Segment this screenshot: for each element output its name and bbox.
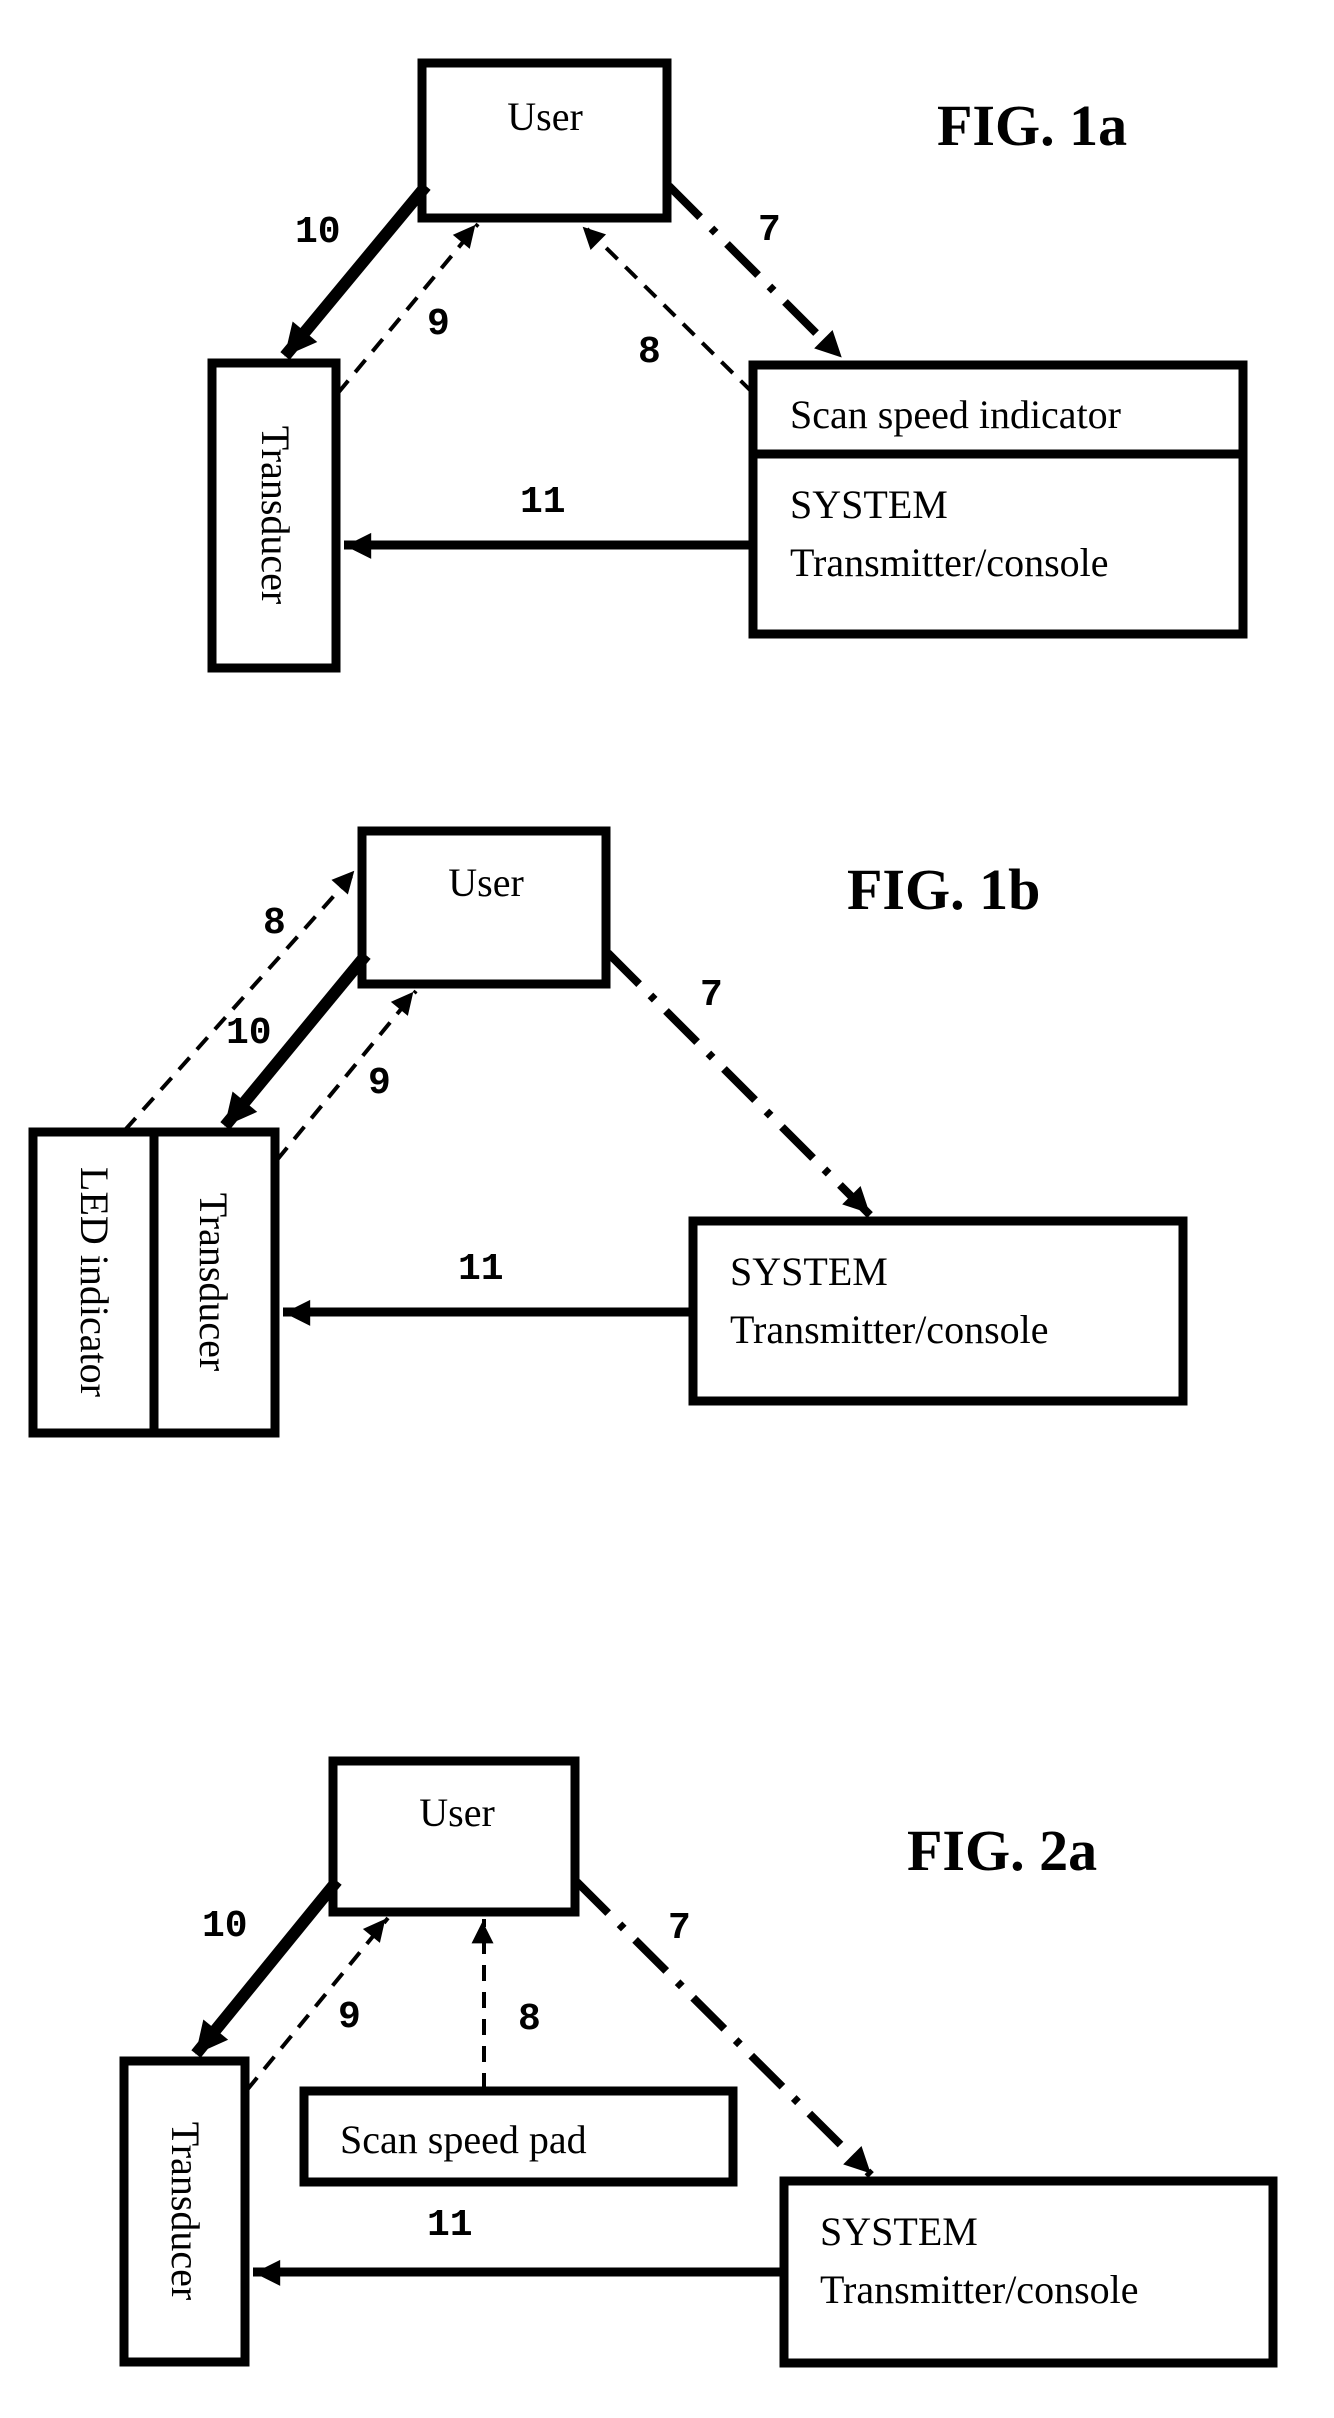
user-box-frame	[357, 826, 611, 989]
patent-figures: FIG. 1a User Transducer Scan speed indic…	[28, 58, 1278, 2368]
figure-title: FIG. 1b	[847, 857, 1040, 922]
arrow-8-indicator-to-user	[580, 222, 754, 394]
arrow-label-11: 11	[427, 2204, 473, 2247]
user-box-frame	[328, 1756, 580, 1917]
led-transducer-box: LED indicator Transducer	[28, 1127, 280, 1438]
scan-speed-pad-box: Scan speed pad	[299, 2086, 738, 2187]
arrow-7-user-to-system	[605, 950, 873, 1218]
figure-1a: FIG. 1a User Transducer Scan speed indic…	[207, 58, 1248, 673]
arrow-label-8: 8	[518, 1998, 541, 2041]
system-box: SYSTEM Transmitter/console	[779, 2176, 1278, 2368]
user-label: User	[507, 94, 583, 139]
user-label: User	[448, 860, 524, 905]
system-label: SYSTEM	[730, 1249, 888, 1294]
arrow-label-7: 7	[758, 209, 781, 252]
arrow-label-10: 10	[202, 1905, 248, 1948]
figure-1b: FIG. 1b User LED indicator Transducer SY…	[28, 826, 1188, 1438]
arrow-label-7: 7	[668, 1907, 691, 1950]
user-box: User	[417, 58, 672, 223]
arrow-label-10: 10	[226, 1012, 272, 1055]
system-box: SYSTEM Transmitter/console	[688, 1216, 1188, 1406]
scan-speed-pad-label: Scan speed pad	[340, 2117, 587, 2162]
user-label: User	[419, 1790, 495, 1835]
arrow-label-9: 9	[427, 303, 450, 346]
transducer-label: Transducer	[253, 426, 298, 605]
arrow-label-8: 8	[263, 902, 286, 945]
arrow-label-11: 11	[458, 1248, 504, 1291]
figure-title: FIG. 2a	[907, 1818, 1097, 1883]
scan-speed-indicator-label: Scan speed indicator	[790, 392, 1121, 437]
arrow-label-8: 8	[638, 331, 661, 374]
arrow-9-transducer-to-user	[275, 989, 418, 1162]
transducer-label: Transducer	[191, 1193, 236, 1372]
transmitter-console-label: Transmitter/console	[730, 1307, 1049, 1352]
arrow-9-transducer-to-user	[245, 1916, 390, 2092]
arrow-label-10: 10	[295, 211, 341, 254]
user-box: User	[328, 1756, 580, 1917]
transducer-box: Transducer	[119, 2056, 250, 2367]
transmitter-console-label: Transmitter/console	[820, 2267, 1139, 2312]
figure-2a: FIG. 2a User Transducer Scan speed pad S…	[119, 1756, 1278, 2368]
led-indicator-label: LED indicator	[72, 1167, 117, 1397]
arrow-label-7: 7	[700, 974, 723, 1017]
system-box: Scan speed indicator SYSTEM Transmitter/…	[748, 360, 1248, 639]
arrow-9-transducer-to-user	[336, 222, 480, 395]
transducer-label: Transducer	[163, 2122, 208, 2301]
arrow-label-11: 11	[520, 481, 566, 524]
arrow-label-9: 9	[368, 1062, 391, 1105]
system-label: SYSTEM	[820, 2209, 978, 2254]
user-box: User	[357, 826, 611, 989]
user-box-frame	[417, 58, 672, 223]
system-label: SYSTEM	[790, 482, 948, 527]
transducer-box: Transducer	[207, 358, 341, 673]
transmitter-console-label: Transmitter/console	[790, 540, 1109, 585]
arrow-label-9: 9	[338, 1996, 361, 2039]
figure-title: FIG. 1a	[937, 93, 1127, 158]
